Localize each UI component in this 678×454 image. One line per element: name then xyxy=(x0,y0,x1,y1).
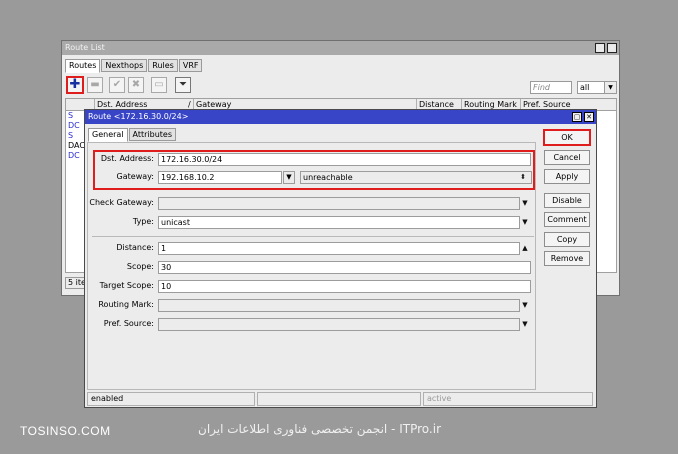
cancel-button[interactable]: Cancel xyxy=(544,150,590,165)
target-scope-input[interactable]: 10 xyxy=(158,280,531,293)
route-list-titlebar: Route List ▢ ✕ xyxy=(62,41,619,55)
tab-nexthops[interactable]: Nexthops xyxy=(101,59,148,72)
route-dialog-title: Route <172.16.30.0/24> xyxy=(88,112,189,121)
gateway-dropdown-icon[interactable]: ▼ xyxy=(283,171,295,184)
divider xyxy=(92,236,534,237)
tab-general[interactable]: General xyxy=(88,128,128,142)
gateway-state: unreachable xyxy=(300,171,532,184)
route-dialog-tabs: General Attributes xyxy=(88,128,177,142)
dst-address-input[interactable]: 172.16.30.0/24 xyxy=(158,153,531,166)
table-row-flag[interactable]: S xyxy=(68,131,73,140)
gateway-label: Gateway: xyxy=(116,172,154,181)
route-dialog-titlebar: Route <172.16.30.0/24> ▢ ✕ xyxy=(85,110,596,124)
filter-icon[interactable]: ⏷ xyxy=(175,77,191,93)
general-panel: Dst. Address: 172.16.30.0/24 Gateway: 19… xyxy=(87,142,536,390)
dst-address-label: Dst. Address: xyxy=(100,154,154,163)
apply-button[interactable]: Apply xyxy=(544,169,590,184)
tab-attributes[interactable]: Attributes xyxy=(128,128,177,141)
route-dialog: Route <172.16.30.0/24> ▢ ✕ General Attri… xyxy=(84,109,597,408)
check-gateway-select[interactable] xyxy=(158,197,520,210)
target-scope-label: Target Scope: xyxy=(99,281,154,290)
close-icon[interactable]: ✕ xyxy=(584,112,594,122)
routing-mark-select[interactable] xyxy=(158,299,520,312)
table-row-flag[interactable]: S xyxy=(68,111,73,120)
table-row-flag[interactable]: DC xyxy=(68,121,80,130)
status-enabled: enabled xyxy=(87,392,255,406)
disable-button[interactable]: Disable xyxy=(544,193,590,208)
pref-source-label: Pref. Source: xyxy=(103,319,154,328)
table-row-flag[interactable]: DC xyxy=(68,151,80,160)
updown-icon[interactable]: ⬍ xyxy=(518,171,528,183)
comment-button[interactable]: Comment xyxy=(544,212,590,227)
status-empty xyxy=(257,392,421,406)
restore-icon[interactable]: ▢ xyxy=(595,43,605,53)
gateway-input[interactable]: 192.168.10.2 xyxy=(158,171,282,184)
distance-label: Distance: xyxy=(116,243,154,252)
remove-icon[interactable]: ▬ xyxy=(87,77,103,93)
type-select[interactable]: unicast xyxy=(158,216,520,229)
check-gateway-label: Check Gateway: xyxy=(89,198,154,207)
disable-icon[interactable]: ✖ xyxy=(128,77,144,93)
copy-button[interactable]: Copy xyxy=(544,232,590,247)
restore-icon[interactable]: ▢ xyxy=(572,112,582,122)
table-row-flag[interactable]: DAC xyxy=(68,141,85,150)
type-label: Type: xyxy=(132,217,154,226)
tab-rules[interactable]: Rules xyxy=(148,59,178,72)
route-list-tabs: Routes Nexthops Rules VRF xyxy=(65,59,203,73)
routing-mark-label: Routing Mark: xyxy=(98,300,154,309)
add-icon[interactable]: ✚ xyxy=(66,76,84,94)
distance-input[interactable]: 1 xyxy=(158,242,520,255)
find-input[interactable]: Find xyxy=(530,81,572,94)
pref-source-select[interactable] xyxy=(158,318,520,331)
watermark-tosinso: TOSINSO.COM xyxy=(20,424,111,438)
enable-icon[interactable]: ✔ xyxy=(109,77,125,93)
item-count: 5 items xyxy=(65,277,85,289)
chevron-down-icon[interactable]: ▼ xyxy=(520,299,530,311)
route-list-title: Route List xyxy=(65,43,105,52)
scope-input[interactable]: 30 xyxy=(158,261,531,274)
tab-routes[interactable]: Routes xyxy=(65,59,101,73)
chevron-up-icon[interactable]: ▲ xyxy=(520,242,530,254)
watermark-itpro: ITPro.ir - انجمن تخصصی فناوری اطلاعات ای… xyxy=(198,422,441,436)
filter-select[interactable]: all ▼ xyxy=(577,81,617,94)
comment-icon[interactable]: ▭ xyxy=(151,77,167,93)
filter-select-value: all xyxy=(580,83,590,92)
remove-button[interactable]: Remove xyxy=(544,251,590,266)
scope-label: Scope: xyxy=(126,262,154,271)
chevron-down-icon[interactable]: ▼ xyxy=(520,197,530,209)
tab-vrf[interactable]: VRF xyxy=(178,59,203,72)
chevron-down-icon: ▼ xyxy=(604,82,616,93)
close-icon[interactable]: ✕ xyxy=(607,43,617,53)
chevron-down-icon[interactable]: ▼ xyxy=(520,318,530,330)
status-active: active xyxy=(423,392,593,406)
ok-button[interactable]: OK xyxy=(543,129,591,146)
chevron-down-icon[interactable]: ▼ xyxy=(520,216,530,228)
